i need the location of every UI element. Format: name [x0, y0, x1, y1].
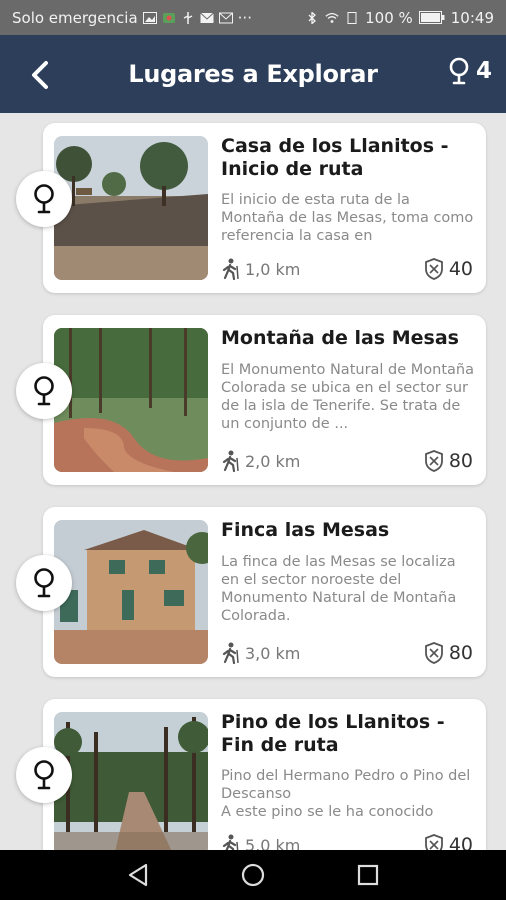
- square-recents-icon: [358, 864, 379, 886]
- app-bar: Lugares a Explorar 4: [0, 35, 506, 113]
- usb-icon: [183, 11, 192, 24]
- arrow-left-icon: [32, 61, 48, 89]
- status-bar: Solo emergencia ··· 100 % 10:49: [0, 0, 506, 35]
- place-card-4[interactable]: Pino de los Llanitos - Fin de ruta Pino …: [43, 699, 486, 850]
- badge-shield-icon: [424, 834, 443, 850]
- place-card-1[interactable]: Casa de los Llanitos - Inicio de ruta El…: [43, 123, 486, 293]
- map-pin-button-3[interactable]: [16, 555, 72, 611]
- map-pin-icon: [34, 760, 54, 790]
- place-points: 80: [424, 450, 473, 472]
- triangle-back-icon: [128, 863, 147, 887]
- map-pin-icon: [34, 568, 54, 598]
- gmail-icon: [218, 12, 233, 23]
- battery-icon: [418, 11, 445, 24]
- place-distance: 5,0 km: [221, 834, 300, 850]
- hiker-icon: [222, 258, 239, 280]
- map-pin-button-2[interactable]: [16, 363, 72, 419]
- place-points: 40: [424, 834, 473, 850]
- mail-icon: [199, 12, 214, 23]
- map-pin-button-4[interactable]: [16, 747, 72, 803]
- hiker-icon: [222, 834, 239, 850]
- map-pin-icon: [34, 184, 54, 214]
- circle-home-icon: [241, 863, 265, 887]
- hiker-icon: [222, 450, 239, 472]
- place-points: 40: [424, 258, 473, 280]
- page-title: Lugares a Explorar: [128, 60, 378, 88]
- back-button[interactable]: [20, 55, 60, 95]
- place-card-3[interactable]: Finca las Mesas La finca de las Mesas se…: [43, 507, 486, 677]
- place-distance: 2,0 km: [221, 450, 300, 472]
- place-photo: [54, 136, 208, 280]
- badge-shield-icon: [424, 642, 443, 664]
- place-distance: 3,0 km: [221, 642, 300, 664]
- place-description: Pino del Hermano Pedro o Pino del Descan…: [221, 768, 471, 820]
- places-count-value: 4: [475, 58, 492, 84]
- place-description: El Monumento Natural de Montaña Colorada…: [221, 362, 475, 432]
- badge-shield-icon: [424, 450, 443, 472]
- place-points: 80: [424, 642, 473, 664]
- system-nav-bar: [0, 850, 506, 900]
- bluetooth-icon: [308, 11, 317, 24]
- app-notification-icon: [162, 12, 175, 23]
- hiker-icon: [222, 642, 239, 664]
- battery-percent: 100 %: [365, 8, 413, 27]
- place-description: El inicio de esta ruta de la Montaña de …: [221, 192, 474, 244]
- clock: 10:49: [450, 8, 494, 27]
- places-count: 4: [448, 57, 492, 85]
- wifi-icon: [325, 12, 339, 23]
- image-icon: [142, 11, 157, 24]
- nav-back-button[interactable]: [118, 855, 158, 895]
- place-title: Montaña de las Mesas: [221, 327, 459, 349]
- place-title: Casa de los Llanitos - Inicio de ruta: [221, 135, 449, 180]
- place-title: Pino de los Llanitos - Fin de ruta: [221, 711, 445, 756]
- nav-recents-button[interactable]: [348, 855, 388, 895]
- place-photo: [54, 520, 208, 664]
- place-title: Finca las Mesas: [221, 519, 390, 541]
- place-distance: 1,0 km: [221, 258, 300, 280]
- badge-shield-icon: [424, 258, 443, 280]
- more-notifications: ···: [237, 8, 252, 27]
- sim-icon: [347, 11, 357, 24]
- place-description: La finca de las Mesas se localiza en el …: [221, 554, 457, 624]
- map-pin-icon: [34, 376, 54, 406]
- place-photo: [54, 328, 208, 472]
- nav-home-button[interactable]: [233, 855, 273, 895]
- place-photo: [54, 712, 208, 850]
- place-card-2[interactable]: Montaña de las Mesas El Monumento Natura…: [43, 315, 486, 485]
- map-pin-button-1[interactable]: [16, 171, 72, 227]
- map-pin-icon: [449, 57, 469, 85]
- places-list: Casa de los Llanitos - Inicio de ruta El…: [0, 113, 506, 850]
- carrier-label: Solo emergencia: [12, 8, 138, 27]
